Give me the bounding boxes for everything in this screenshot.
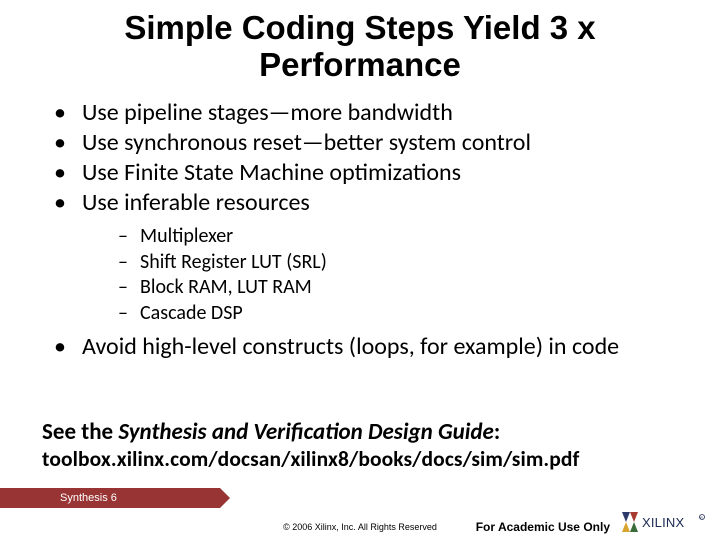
sub-bullet-list: Multiplexer Shift Register LUT (SRL) Blo… xyxy=(82,224,680,326)
sub-bullet-item: Shift Register LUT (SRL) xyxy=(118,250,680,276)
logo-text: XILINX xyxy=(642,515,685,530)
guide-suffix: : xyxy=(494,418,500,446)
sub-bullet-item: Block RAM, LUT RAM xyxy=(118,275,680,301)
footer-section-bar: Synthesis 6 xyxy=(0,488,220,508)
guide-title: Synthesis and Verification Design Guide xyxy=(118,418,494,446)
sub-bullet-item: Multiplexer xyxy=(118,224,680,250)
slide-title: Simple Coding Steps Yield 3 x Performanc… xyxy=(0,0,720,98)
guide-prefix: See the xyxy=(42,418,118,446)
guide-heading: See the Synthesis and Verification Desig… xyxy=(42,418,714,446)
bullet-item: Use pipeline stages—more bandwidth xyxy=(54,98,680,128)
bullet-text: Use inferable resources xyxy=(82,188,310,217)
bullet-item: Use Finite State Machine optimizations xyxy=(54,158,680,188)
bullet-item: Avoid high-level constructs (loops, for … xyxy=(54,332,680,362)
slide-footer: Synthesis 6 © 2006 Xilinx, Inc. All Righ… xyxy=(0,486,720,540)
xilinx-logo: XILINX R xyxy=(620,510,710,534)
main-bullet-list: Use pipeline stages—more bandwidth Use s… xyxy=(54,98,680,362)
sub-bullet-item: Cascade DSP xyxy=(118,301,680,327)
guide-url: toolbox.xilinx.com/docsan/xilinx8/books/… xyxy=(42,446,714,472)
bullet-item: Use inferable resources Multiplexer Shif… xyxy=(54,188,680,326)
bullet-item: Use synchronous reset—better system cont… xyxy=(54,128,680,158)
guide-callout: See the Synthesis and Verification Desig… xyxy=(36,416,720,474)
slide-body: Use pipeline stages—more bandwidth Use s… xyxy=(0,98,720,362)
footer-academic-note: For Academic Use Only xyxy=(476,520,610,534)
footer-copyright: © 2006 Xilinx, Inc. All Rights Reserved xyxy=(0,522,720,532)
